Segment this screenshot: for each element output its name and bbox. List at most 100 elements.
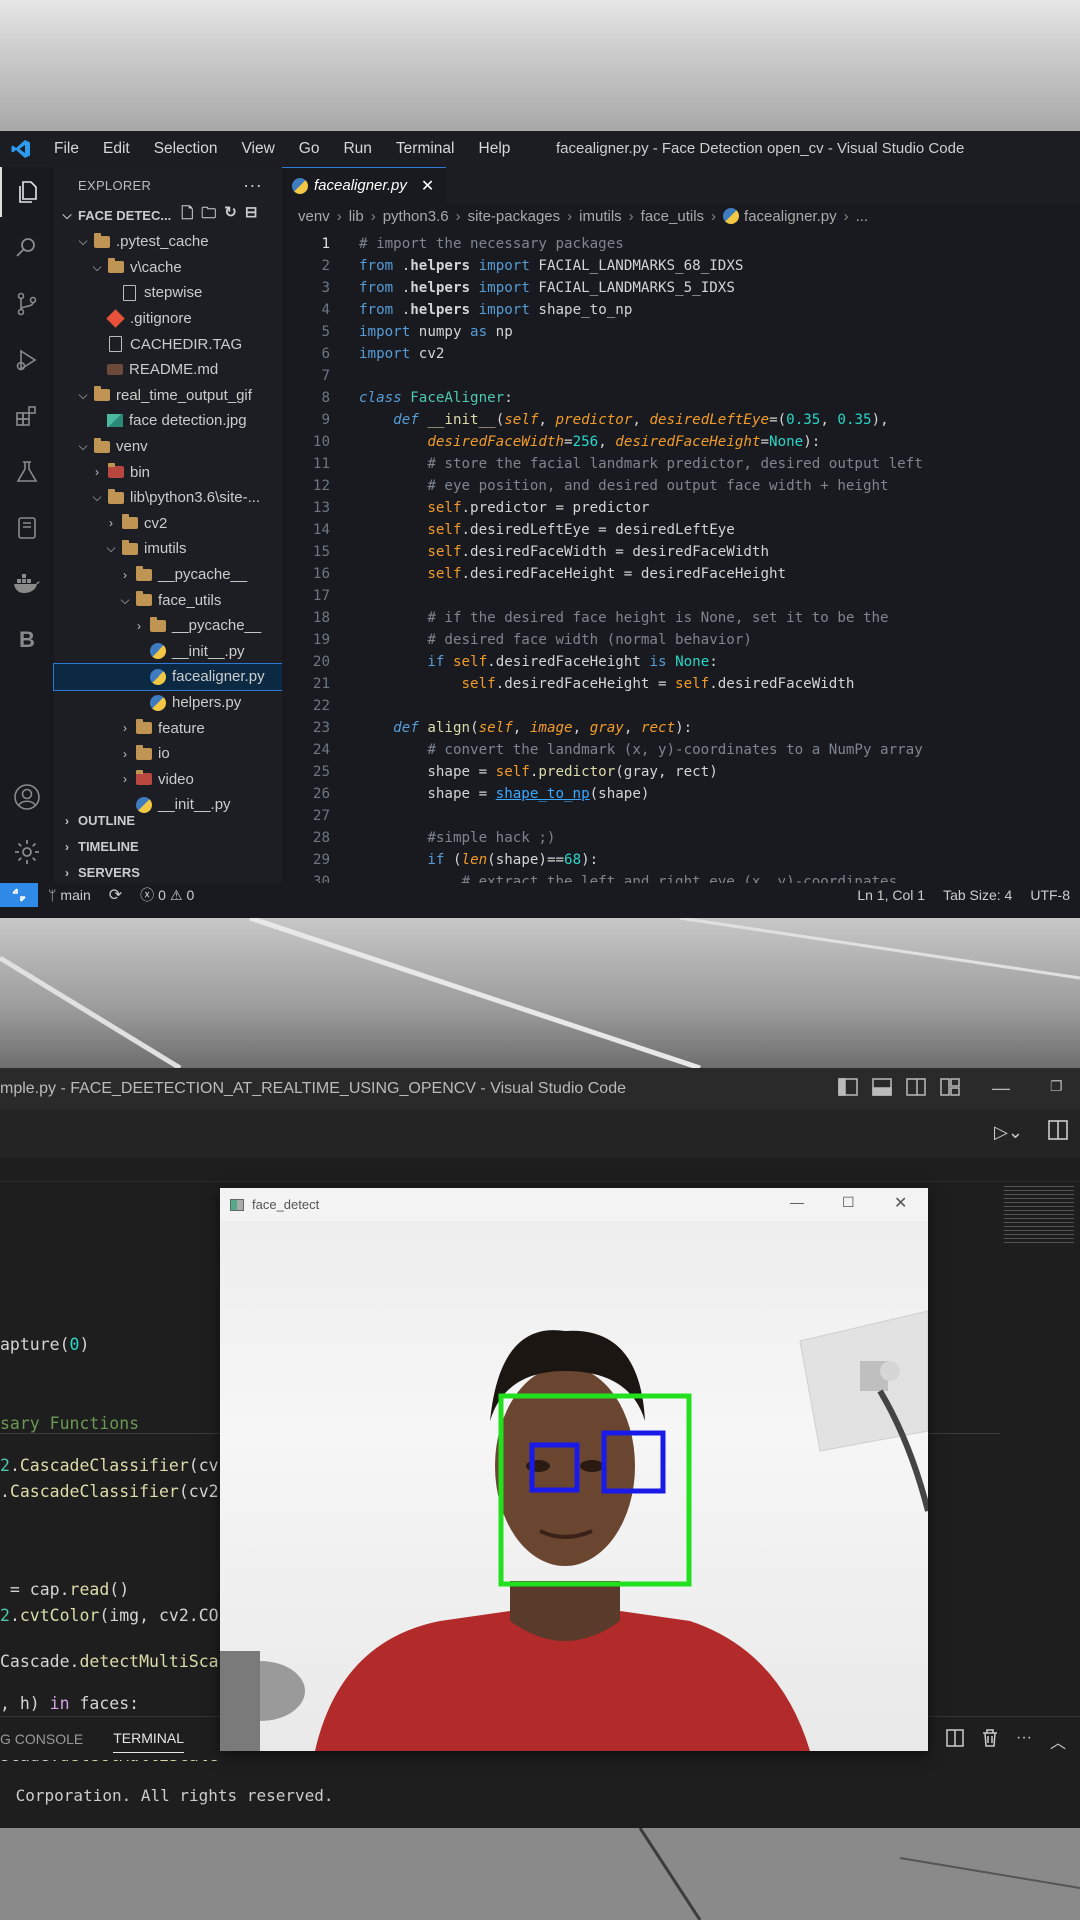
tree-item[interactable]: ⌵ .pytest_cache xyxy=(54,229,282,255)
minimap[interactable] xyxy=(1004,1186,1074,1246)
code-fragment[interactable]: , h) in faces: xyxy=(0,1694,139,1713)
tree-item[interactable]: › feature xyxy=(54,715,282,741)
code-line[interactable]: 17 xyxy=(282,585,1080,607)
servers-section[interactable]: › SERVERS xyxy=(54,860,282,885)
tab-size[interactable]: Tab Size: 4 xyxy=(943,887,1012,903)
code-line[interactable]: 25 shape = self.predictor(gray, rect) xyxy=(282,761,1080,783)
account-icon[interactable] xyxy=(0,772,54,822)
encoding[interactable]: UTF-8 xyxy=(1030,887,1070,903)
code-line[interactable]: 21 self.desiredFaceHeight = self.desired… xyxy=(282,673,1080,695)
code-line[interactable]: 16 self.desiredFaceHeight = desiredFaceH… xyxy=(282,563,1080,585)
minimize-icon[interactable]: — xyxy=(992,1078,1010,1101)
code-line[interactable]: 2 from .helpers import FACIAL_LANDMARKS_6… xyxy=(282,255,1080,277)
customize-layout-icon[interactable] xyxy=(940,1078,960,1101)
code-editor[interactable]: 1 # import the necessary packages 2 from .h… xyxy=(282,233,1080,893)
run-file-icon[interactable]: ▷⌄ xyxy=(994,1122,1023,1143)
code-fragment[interactable]: apture(0) xyxy=(0,1335,89,1354)
tree-item[interactable]: › __pycache__ xyxy=(54,613,282,639)
tab-terminal[interactable]: TERMINAL xyxy=(113,1724,185,1753)
tree-item[interactable]: ⌵ lib\python3.6\site-... xyxy=(54,485,282,511)
code-line[interactable]: 23 def align(self, image, gray, rect): xyxy=(282,717,1080,739)
menu-edit[interactable]: Edit xyxy=(91,131,142,167)
collapse-all-icon[interactable]: ⊟ xyxy=(245,203,258,228)
tree-item[interactable]: face detection.jpg xyxy=(54,408,282,434)
toggle-panel-icon[interactable] xyxy=(872,1078,892,1101)
code-line[interactable]: 13 self.predictor = predictor xyxy=(282,497,1080,519)
toggle-sidebar-icon[interactable] xyxy=(838,1078,858,1101)
minimize-icon[interactable]: — xyxy=(790,1194,804,1210)
breadcrumb-item[interactable]: site-packages xyxy=(468,208,561,225)
refresh-icon[interactable]: ↻ xyxy=(224,203,237,228)
testing-icon[interactable] xyxy=(0,447,54,497)
new-folder-icon[interactable]: 🗀 xyxy=(201,203,216,228)
tree-item[interactable]: › io xyxy=(54,741,282,767)
tree-item[interactable]: helpers.py xyxy=(54,690,282,716)
tree-item[interactable]: CACHEDIR.TAG xyxy=(54,331,282,357)
code-line[interactable]: 10 desiredFaceWidth=256, desiredFaceHeig… xyxy=(282,431,1080,453)
breadcrumb-item[interactable]: venv xyxy=(298,208,330,225)
tree-item[interactable]: stepwise xyxy=(54,280,282,306)
sync-icon[interactable]: ⟳ xyxy=(109,885,122,905)
code-line[interactable]: 19 # desired face width (normal behavior… xyxy=(282,629,1080,651)
extensions-icon[interactable] xyxy=(0,391,54,441)
workspace-header[interactable]: ⌵ FACE DETEC... 🗋 🗀 ↻ ⊟ xyxy=(54,203,282,229)
close-tab-icon[interactable]: ✕ xyxy=(421,176,434,196)
code-line[interactable]: 24 # convert the landmark (x, y)-coordin… xyxy=(282,739,1080,761)
menu-terminal[interactable]: Terminal xyxy=(384,131,467,167)
menu-go[interactable]: Go xyxy=(287,131,332,167)
code-line[interactable]: 29 if (len(shape)==68): xyxy=(282,849,1080,871)
tab-facealigner[interactable]: facealigner.py ✕ xyxy=(282,167,447,203)
menu-selection[interactable]: Selection xyxy=(142,131,230,167)
menu-run[interactable]: Run xyxy=(331,131,383,167)
tree-item[interactable]: ⌵ v\cache xyxy=(54,255,282,281)
new-file-icon[interactable]: 🗋 xyxy=(181,203,193,228)
code-fragment[interactable]: 2.cvtColor(img, cv2.CO xyxy=(0,1606,219,1625)
tree-item[interactable]: › cv2 xyxy=(54,511,282,537)
terminal-output[interactable]: Corporation. All rights reserved. xyxy=(6,1786,334,1805)
run-debug-icon[interactable] xyxy=(0,335,54,385)
code-line[interactable]: 4 from .helpers import shape_to_np xyxy=(282,299,1080,321)
more-icon[interactable]: ··· xyxy=(1016,1729,1032,1753)
tree-item[interactable]: __init__.py xyxy=(54,639,282,665)
breadcrumb-item[interactable]: lib xyxy=(349,208,364,225)
breadcrumb-item[interactable]: face_utils xyxy=(641,208,704,225)
code-line[interactable]: 3 from .helpers import FACIAL_LANDMARKS_5… xyxy=(282,277,1080,299)
code-line[interactable]: 14 self.desiredLeftEye = desiredLeftEye xyxy=(282,519,1080,541)
cursor-position[interactable]: Ln 1, Col 1 xyxy=(857,887,925,903)
tree-item[interactable]: README.md xyxy=(54,357,282,383)
tree-item[interactable]: .gitignore xyxy=(54,306,282,332)
maximize-icon[interactable]: ☐ xyxy=(842,1194,855,1211)
docker-icon[interactable] xyxy=(0,559,54,609)
tree-item[interactable]: › __pycache__ xyxy=(54,562,282,588)
warning-count[interactable]: 0 xyxy=(187,887,195,903)
code-fragment[interactable]: .CascadeClassifier(cv2 xyxy=(0,1482,219,1501)
tree-item[interactable]: ⌵ face_utils xyxy=(54,587,282,613)
code-line[interactable]: 12 # eye position, and desired output fa… xyxy=(282,475,1080,497)
restore-icon[interactable]: ❐ xyxy=(1050,1078,1063,1101)
b-extension-icon[interactable]: B xyxy=(0,615,54,665)
breadcrumb-item[interactable]: python3.6 xyxy=(383,208,449,225)
tab-debug-console[interactable]: G CONSOLE xyxy=(0,1731,83,1747)
error-count[interactable]: 0 xyxy=(158,887,166,903)
explorer-icon[interactable] xyxy=(0,167,54,217)
menu-view[interactable]: View xyxy=(229,131,286,167)
menu-help[interactable]: Help xyxy=(467,131,523,167)
tree-item[interactable]: › bin xyxy=(54,459,282,485)
tree-item[interactable]: facealigner.py xyxy=(53,663,283,691)
code-line[interactable]: 6 import cv2 xyxy=(282,343,1080,365)
code-line[interactable]: 20 if self.desiredFaceHeight is None: xyxy=(282,651,1080,673)
code-line[interactable]: 18 # if the desired face height is None,… xyxy=(282,607,1080,629)
vscode-logo-icon[interactable] xyxy=(0,131,42,167)
code-line[interactable]: 5 import numpy as np xyxy=(282,321,1080,343)
trash-icon[interactable] xyxy=(982,1729,998,1753)
chevron-up-icon[interactable]: ︿ xyxy=(1050,1729,1066,1753)
split-editor-icon[interactable] xyxy=(1048,1120,1068,1145)
tree-item[interactable]: ⌵ venv xyxy=(54,434,282,460)
settings-gear-icon[interactable] xyxy=(0,827,54,877)
tree-item[interactable]: › video xyxy=(54,767,282,793)
search-icon[interactable] xyxy=(0,223,54,273)
tree-item[interactable]: ⌵ real_time_output_gif xyxy=(54,383,282,409)
breadcrumb-item[interactable]: facealigner.py xyxy=(744,208,837,225)
remote-explorer-icon[interactable] xyxy=(0,503,54,553)
code-fragment[interactable]: Cascade.detectMultiSca xyxy=(0,1652,219,1671)
